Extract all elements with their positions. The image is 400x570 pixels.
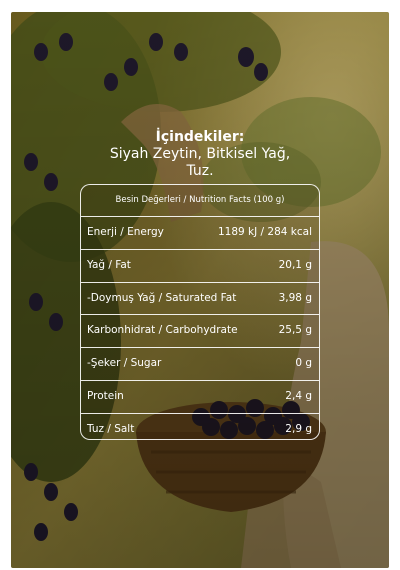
nutrition-label: -Şeker / Sugar [87, 357, 162, 370]
ingredients-text: Siyah Zeytin, Bitkisel Yağ, Tuz. [109, 146, 291, 179]
nutrition-label: Yağ / Fat [87, 258, 131, 271]
nutrition-label: Enerji / Energy [87, 226, 164, 238]
nutrition-label: -Doymuş Yağ / Saturated Fat [87, 291, 237, 304]
nutrition-facts-header: Besin Değerleri / Nutrition Facts (100 g… [81, 185, 319, 217]
nutrition-value: 2,9 g [285, 422, 312, 435]
page: İçindekiler: Siyah Zeytin, Bitkisel Yağ,… [0, 0, 400, 570]
ingredients-title: İçindekiler: [155, 129, 245, 145]
nutrition-row-energy: Enerji / Energy 1189 kJ / 284 kcal [81, 217, 319, 250]
nutrition-row-sugar: -Şeker / Sugar 0 g [81, 348, 319, 381]
nutrition-label: Tuz / Salt [87, 422, 135, 435]
nutrition-value: 25,5 g [278, 324, 312, 337]
ingredients-block: İçindekiler: Siyah Zeytin, Bitkisel Yağ,… [0, 128, 400, 180]
nutrition-row-carbohydrate: Karbonhidrat / Carbohydrate 25,5 g [81, 315, 319, 349]
nutrition-facts-table: Besin Değerleri / Nutrition Facts (100 g… [80, 184, 320, 440]
nutrition-row-fat: Yağ / Fat 20,1 g [81, 250, 319, 283]
nutrition-value: 3,98 g [278, 291, 312, 304]
nutrition-row-saturated-fat: -Doymuş Yağ / Saturated Fat 3,98 g [81, 283, 319, 316]
nutrition-row-salt: Tuz / Salt 2,9 g [81, 414, 319, 446]
nutrition-value: 20,1 g [278, 258, 312, 271]
nutrition-value: 2,4 g [285, 389, 312, 402]
nutrition-value: 0 g [295, 357, 312, 370]
nutrition-label: Protein [87, 389, 124, 402]
nutrition-row-protein: Protein 2,4 g [81, 381, 319, 414]
nutrition-label: Karbonhidrat / Carbohydrate [87, 324, 238, 337]
nutrition-value: 1189 kJ / 284 kcal [217, 226, 312, 238]
